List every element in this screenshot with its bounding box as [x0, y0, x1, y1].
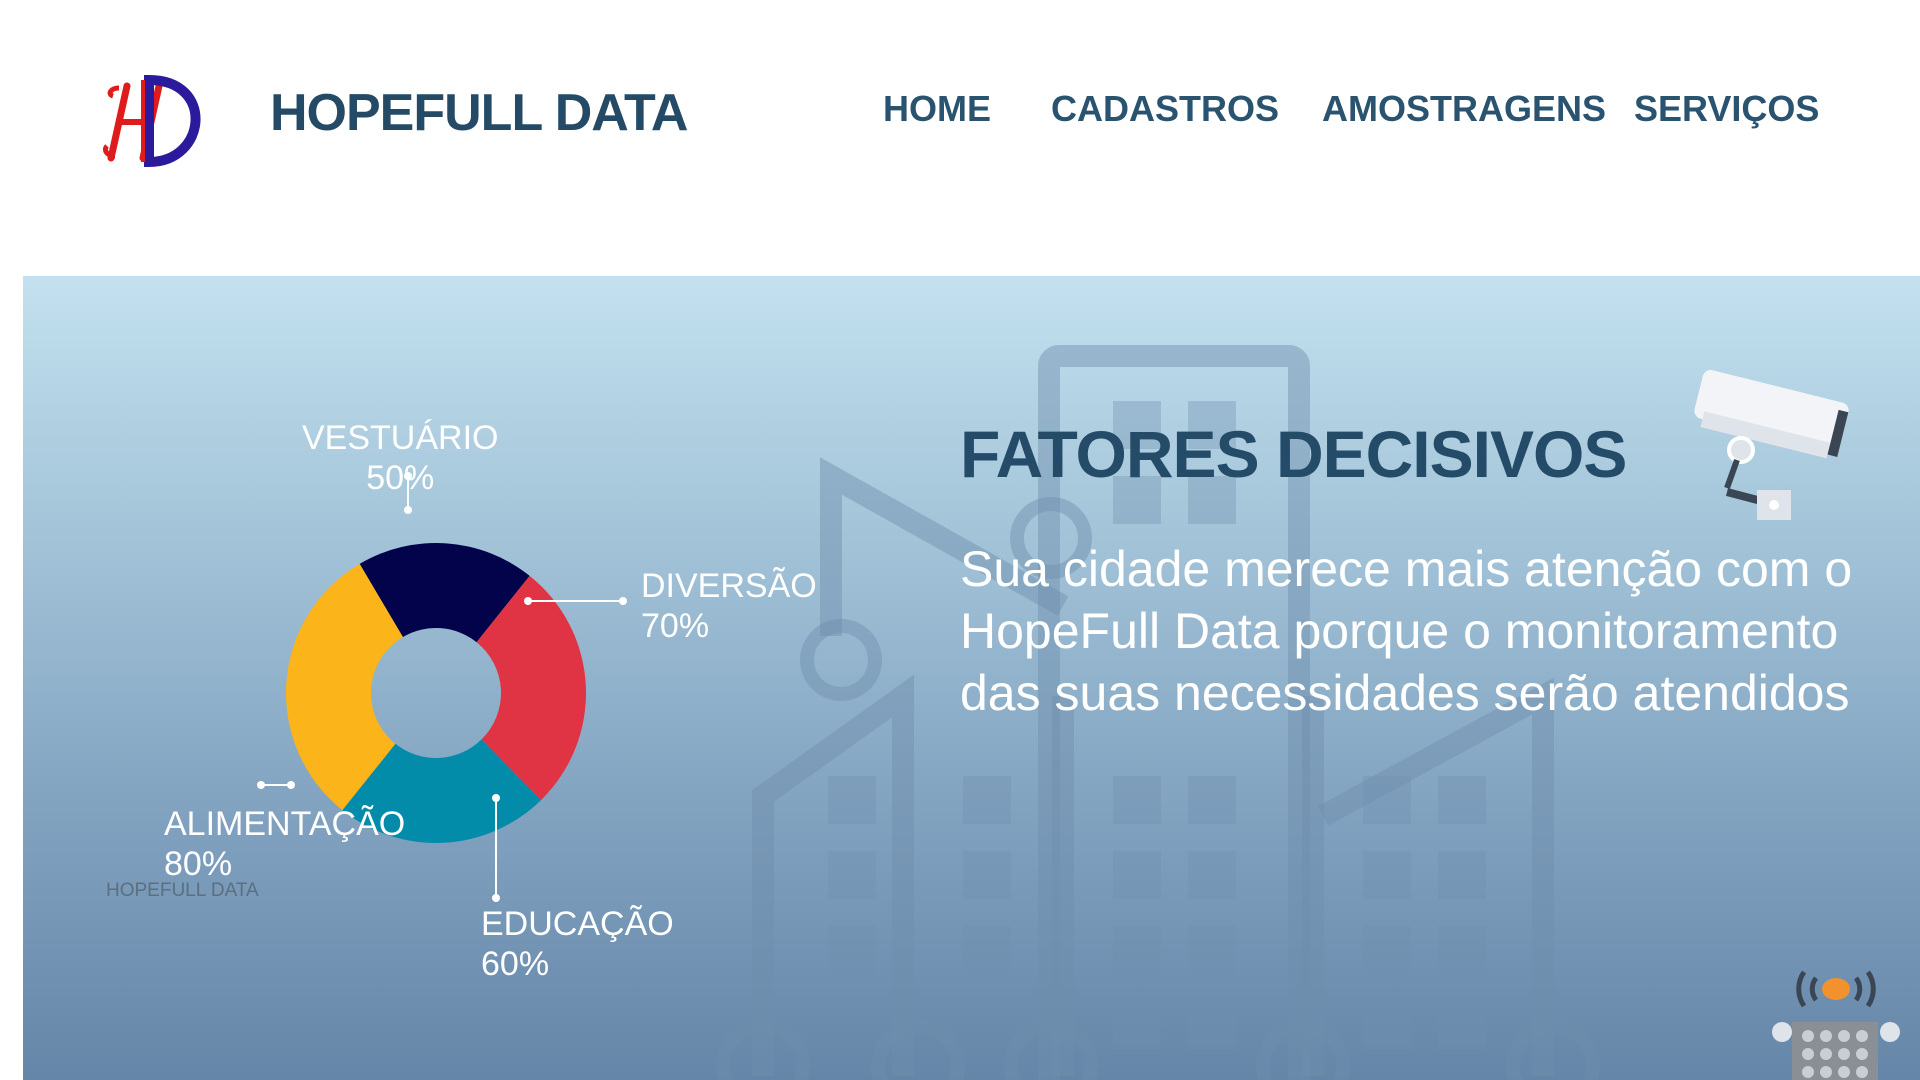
hero-title: FATORES DECISIVOS	[960, 417, 1627, 491]
chart-label-educacao: EDUCAÇÃO 60%	[481, 904, 674, 984]
leader-dot	[287, 781, 295, 789]
chart-label-diversao: DIVERSÃO 70%	[641, 566, 817, 646]
nav-item-servicos[interactable]: SERVIÇOS	[1634, 88, 1819, 130]
category-label: ALIMENTAÇÃO	[164, 805, 406, 843]
donut-chart	[257, 472, 627, 902]
value-label: 50%	[366, 459, 435, 497]
hero-description: Sua cidade merece mais atenção com o Hop…	[960, 541, 1853, 721]
leader-dot	[492, 794, 500, 802]
leader-dot	[257, 781, 265, 789]
leader-dot	[404, 506, 412, 514]
leader-dot	[619, 597, 627, 605]
site-header: HOPEFULL DATA HOME CADASTROS AMOSTRAGENS…	[0, 0, 1920, 276]
watermark-text: HOPEFULL DATA	[106, 880, 259, 901]
security-camera-icon	[1694, 369, 1849, 520]
category-label: DIVERSÃO	[641, 567, 817, 605]
nav-item-cadastros[interactable]: CADASTROS	[1051, 88, 1279, 130]
chart-label-alimentacao: ALIMENTAÇÃO 80%	[164, 804, 405, 884]
nav-item-amostragens[interactable]: AMOSTRAGENS	[1322, 88, 1606, 130]
chart-label-vestuario: VESTUÁRIO 50%	[302, 418, 498, 498]
category-label: VESTUÁRIO	[302, 419, 499, 457]
category-label: EDUCAÇÃO	[481, 905, 674, 943]
value-label: 70%	[641, 607, 710, 645]
radio-tower-icon	[1772, 970, 1900, 1080]
value-label: 80%	[164, 845, 233, 883]
nav-item-home[interactable]: HOME	[883, 88, 991, 130]
main-nav: HOME CADASTROS AMOSTRAGENS SERVIÇOS	[0, 88, 1920, 136]
leader-dot	[524, 597, 532, 605]
leader-dot	[492, 894, 500, 902]
value-label: 60%	[481, 945, 550, 983]
hero-section: VESTUÁRIO 50% DIVERSÃO 70% EDUCAÇÃO 60% …	[23, 276, 1920, 1080]
